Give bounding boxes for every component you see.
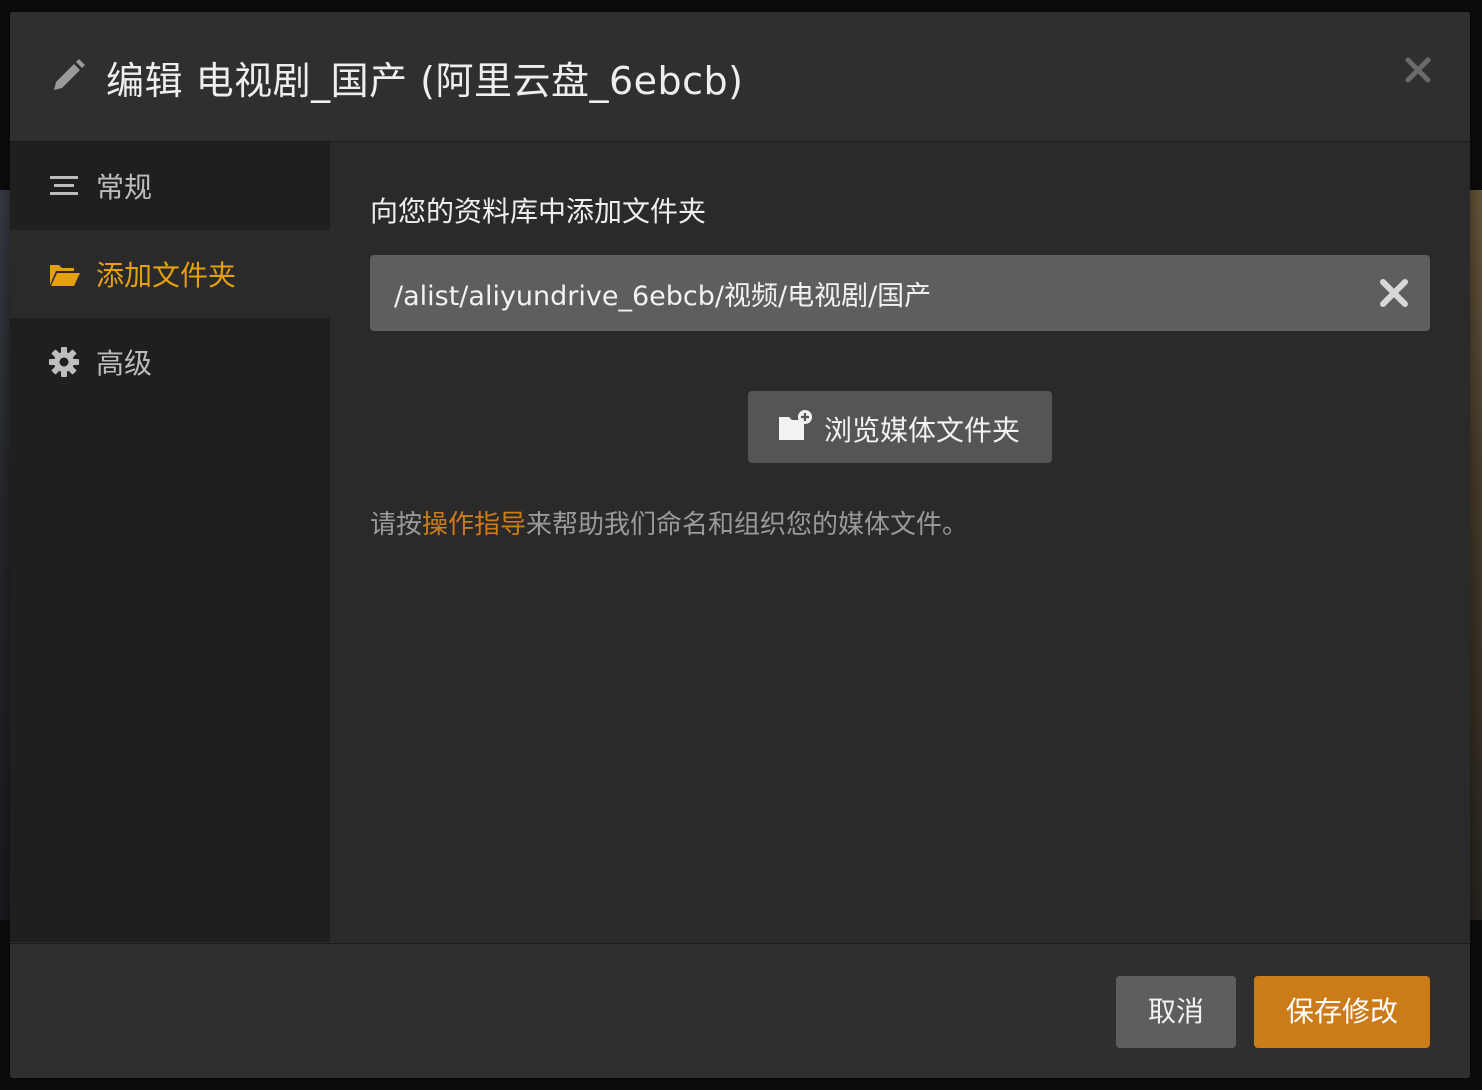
list-icon: [50, 176, 78, 195]
folder-path-input[interactable]: [370, 255, 1354, 331]
background-page-left-edge: [0, 190, 10, 920]
sidebar-item-advanced[interactable]: 高级: [10, 318, 330, 406]
dialog-footer: 取消 保存修改: [10, 943, 1470, 1078]
dialog-content: 向您的资料库中添加文件夹 浏览媒体文件夹 请按操作指导来帮助我们命名和组织您的媒…: [330, 142, 1470, 942]
browse-button-label: 浏览媒体文件夹: [824, 414, 1021, 447]
sidebar-item-label: 常规: [96, 171, 153, 204]
help-text-prefix: 请按: [370, 510, 423, 540]
dialog-title: 编辑 电视剧_国产 (阿里云盘_6ebcb): [106, 59, 744, 103]
sidebar-item-label: 高级: [96, 347, 153, 380]
folder-open-icon: [50, 265, 80, 286]
add-folder-heading: 向您的资料库中添加文件夹: [370, 195, 707, 228]
background-page-right-edge: [1470, 190, 1482, 920]
dialog-header: 编辑 电视剧_国产 (阿里云盘_6ebcb): [10, 12, 1470, 142]
cancel-button[interactable]: 取消: [1116, 976, 1236, 1048]
save-changes-button[interactable]: 保存修改: [1254, 976, 1430, 1048]
naming-help-text: 请按操作指导来帮助我们命名和组织您的媒体文件。: [370, 504, 968, 541]
sidebar-item-general[interactable]: 常规: [10, 142, 330, 230]
sidebar-item-add-folder[interactable]: 添加文件夹: [10, 230, 330, 318]
edit-library-dialog: 编辑 电视剧_国产 (阿里云盘_6ebcb) 常规 添加文件夹 高级 向您的资料…: [10, 12, 1470, 1078]
dialog-sidebar: 常规 添加文件夹 高级: [10, 142, 330, 942]
remove-folder-icon[interactable]: [1376, 275, 1412, 311]
help-text-suffix: 来帮助我们命名和组织您的媒体文件。: [526, 510, 969, 540]
pencil-icon: [54, 59, 85, 90]
sidebar-item-label: 添加文件夹: [96, 259, 237, 292]
folder-path-field: [370, 255, 1430, 331]
naming-guide-link[interactable]: 操作指导: [422, 510, 526, 540]
folder-add-icon: [779, 410, 812, 440]
browse-media-folder-button[interactable]: 浏览媒体文件夹: [748, 391, 1052, 463]
gear-icon: [49, 347, 79, 377]
close-icon[interactable]: [1402, 54, 1434, 86]
